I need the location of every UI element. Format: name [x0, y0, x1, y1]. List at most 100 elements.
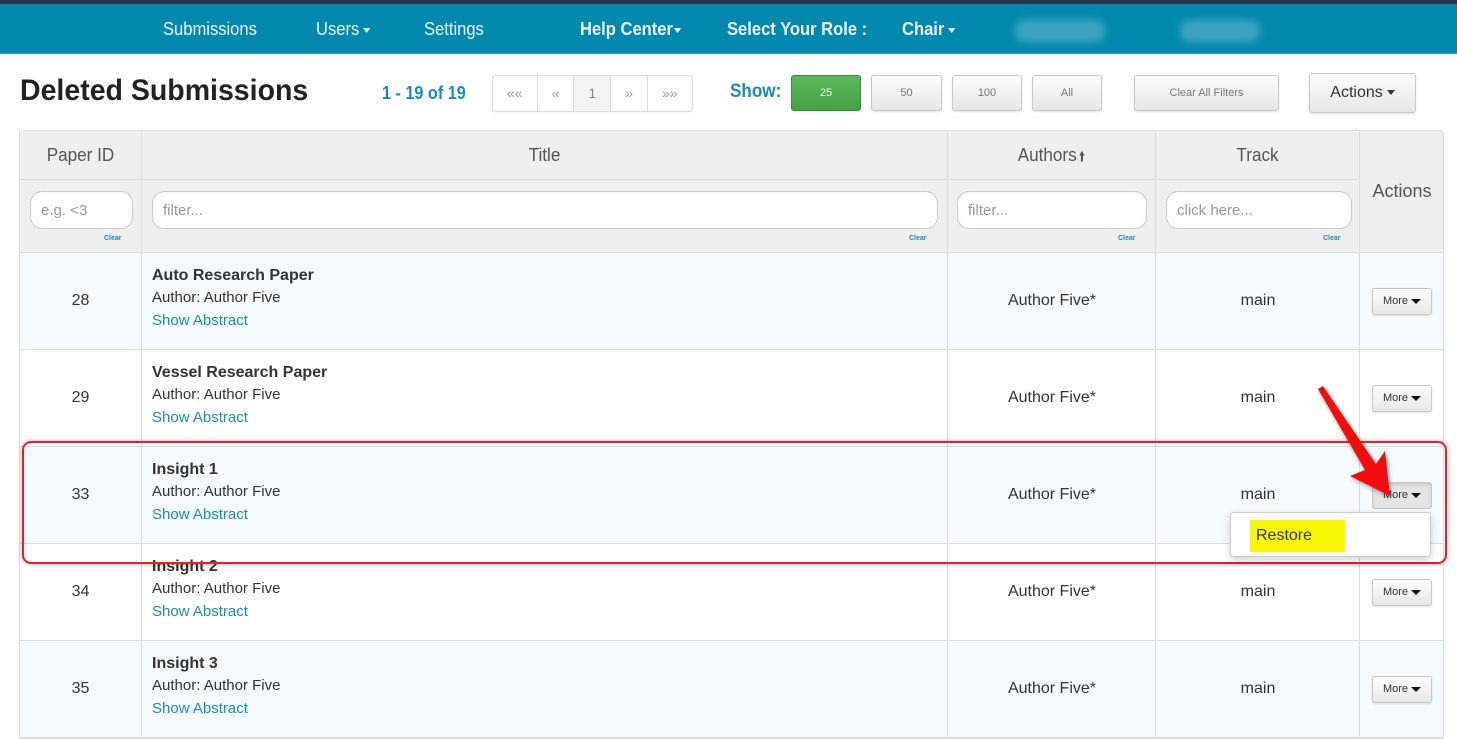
show-abstract-link[interactable]: Show Abstract	[152, 408, 327, 428]
role-select-value: Chair	[902, 19, 945, 39]
paper-id-clear-link[interactable]: Clear	[104, 235, 122, 242]
show-25-button[interactable]: 25	[791, 75, 861, 111]
paper-title: Insight 2	[152, 558, 218, 575]
authors-cell: Author Five*	[1007, 389, 1097, 406]
result-range: 1 - 19 of 19	[382, 83, 466, 103]
actions-button[interactable]: Actions	[1309, 73, 1416, 113]
pager-last[interactable]: »»	[648, 76, 692, 111]
pager-prev[interactable]: «	[538, 76, 575, 111]
show-abstract-link[interactable]: Show Abstract	[152, 699, 280, 719]
paper-id: 29	[71, 389, 90, 406]
more-button[interactable]: More	[1372, 676, 1432, 703]
restore-menu-item[interactable]: Restore	[1250, 520, 1345, 552]
show-label: Show:	[730, 81, 782, 102]
nav-help-center-label: Help Center	[580, 19, 673, 39]
nav-submissions-label: Submissions	[163, 19, 257, 39]
title-cell: Insight 2 Author: Author Five Show Abstr…	[152, 558, 280, 622]
author-label: Author:	[152, 386, 201, 403]
more-label: More	[1382, 392, 1409, 404]
header-actions: Actions	[1372, 181, 1432, 201]
role-label: Select Your Role :	[727, 4, 867, 54]
title-clear-link[interactable]: Clear	[909, 235, 927, 242]
nav-users[interactable]: Users	[316, 4, 371, 54]
authors-filter-input[interactable]	[957, 191, 1147, 229]
redacted-user-menu	[1180, 20, 1260, 42]
title-cell: Auto Research Paper Author: Author Five …	[152, 267, 314, 331]
paper-author: Author: Author Five	[152, 576, 280, 602]
caret-down-icon	[1411, 492, 1422, 498]
show-abstract-link[interactable]: Show Abstract	[152, 602, 280, 622]
caret-down-icon	[1411, 589, 1422, 595]
nav-help-center[interactable]: Help Center	[580, 4, 682, 54]
caret-down-icon	[948, 27, 956, 33]
paper-id: 35	[71, 680, 90, 697]
authors-cell: Author Five*	[1007, 292, 1097, 309]
header-title[interactable]: Title	[162, 145, 927, 166]
caret-down-icon	[673, 27, 682, 33]
nav-submissions[interactable]: Submissions	[163, 4, 257, 54]
table-header: Paper ID Title Authors🠙 Track Actions Cl…	[20, 131, 1443, 253]
table-row: 28 Auto Research Paper Author: Author Fi…	[20, 253, 1443, 350]
track-cell: main	[1240, 292, 1276, 309]
role-label-text: Select Your Role :	[727, 19, 868, 39]
pager-current[interactable]: 1	[574, 76, 612, 111]
actions-button-label: Actions	[1330, 84, 1383, 101]
authors-cell: Author Five*	[1007, 680, 1097, 697]
author-name: Author Five	[203, 677, 281, 694]
caret-down-icon	[1386, 90, 1395, 96]
nav-settings[interactable]: Settings	[424, 4, 484, 54]
paper-title: Insight 1	[152, 461, 218, 478]
author-name: Author Five	[203, 483, 281, 500]
role-select[interactable]: Chair	[902, 4, 956, 54]
more-button[interactable]: More	[1372, 288, 1432, 315]
caret-down-icon	[1411, 298, 1422, 304]
table-row: 29 Vessel Research Paper Author: Author …	[20, 350, 1443, 447]
author-label: Author:	[152, 483, 201, 500]
paper-id: 34	[71, 583, 90, 600]
pagination: «« « 1 » »»	[492, 75, 693, 112]
author-label: Author:	[152, 677, 201, 694]
track-cell: main	[1240, 583, 1276, 600]
paper-author: Author: Author Five	[152, 285, 314, 311]
paper-author: Author: Author Five	[152, 673, 280, 699]
more-button[interactable]: More	[1372, 579, 1432, 606]
top-navbar: Submissions Users Settings Help Center S…	[0, 4, 1457, 54]
more-dropdown-menu: Restore	[1230, 512, 1431, 557]
caret-down-icon	[1411, 395, 1422, 401]
paper-title: Vessel Research Paper	[152, 364, 328, 381]
clear-all-filters-button[interactable]: Clear All Filters	[1134, 75, 1279, 111]
more-label: More	[1382, 683, 1409, 695]
caret-down-icon	[362, 27, 371, 33]
show-50-button[interactable]: 50	[871, 75, 942, 111]
show-all-button[interactable]: All	[1032, 75, 1102, 111]
header-paper-id[interactable]: Paper ID	[23, 145, 138, 166]
nav-settings-label: Settings	[424, 19, 484, 39]
show-100-button[interactable]: 100	[952, 75, 1022, 111]
nav-users-label: Users	[316, 19, 360, 39]
show-abstract-link[interactable]: Show Abstract	[152, 505, 280, 525]
more-button[interactable]: More	[1372, 385, 1432, 412]
title-cell: Insight 3 Author: Author Five Show Abstr…	[152, 655, 280, 719]
track-filter-input[interactable]	[1166, 191, 1352, 229]
authors-cell: Author Five*	[1007, 583, 1097, 600]
paper-id-filter-input[interactable]	[30, 191, 133, 229]
sort-ascending-icon: 🠙	[1078, 148, 1086, 164]
more-button-open[interactable]: More	[1372, 482, 1432, 509]
submissions-table: Paper ID Title Authors🠙 Track Actions Cl…	[19, 130, 1444, 739]
paper-title: Insight 3	[152, 655, 218, 672]
header-authors[interactable]: Authors 🠙	[953, 145, 1150, 170]
paper-id: 33	[71, 486, 90, 503]
header-authors-label: Authors	[1017, 145, 1077, 165]
authors-clear-link[interactable]: Clear	[1118, 235, 1136, 242]
paper-title: Auto Research Paper	[152, 267, 314, 284]
track-clear-link[interactable]: Clear	[1323, 235, 1341, 242]
title-filter-input[interactable]	[152, 191, 938, 229]
pager-first[interactable]: ««	[493, 76, 538, 111]
pager-next[interactable]: »	[611, 76, 648, 111]
author-name: Author Five	[203, 386, 281, 403]
more-label: More	[1382, 489, 1409, 501]
caret-down-icon	[1411, 686, 1422, 692]
show-abstract-link[interactable]: Show Abstract	[152, 311, 314, 331]
authors-cell: Author Five*	[1007, 486, 1097, 503]
header-track[interactable]: Track	[1161, 145, 1354, 166]
